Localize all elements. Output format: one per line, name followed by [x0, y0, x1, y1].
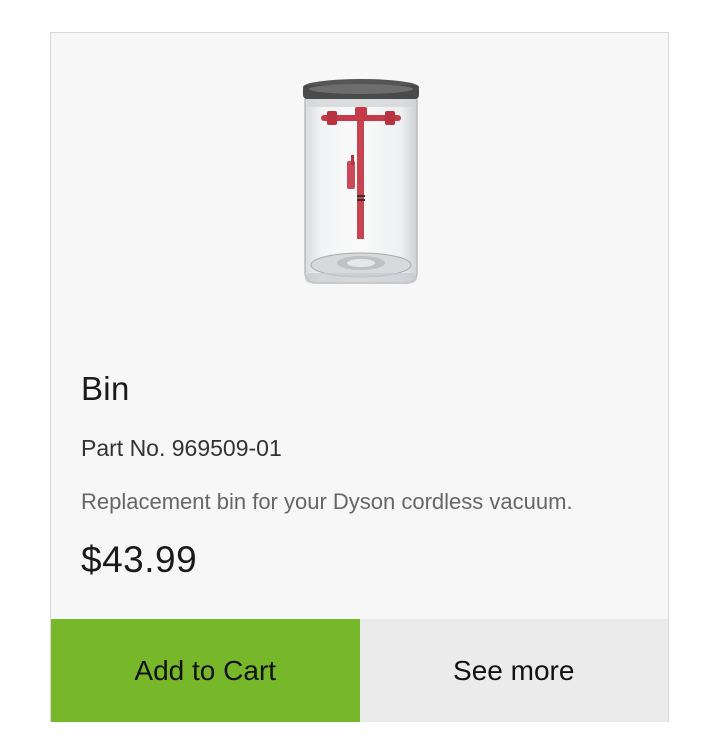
dust-bin-icon	[303, 79, 419, 284]
see-more-button[interactable]: See more	[359, 619, 668, 722]
product-description: Replacement bin for your Dyson cordless …	[81, 489, 573, 514]
product-image[interactable]	[51, 33, 668, 333]
add-to-cart-button[interactable]: Add to Cart	[51, 619, 360, 722]
product-price: $43.99	[81, 539, 198, 580]
action-row: Add to Cart See more	[51, 619, 668, 722]
part-number: Part No. 969509-01	[81, 435, 282, 461]
product-title[interactable]: Bin	[81, 370, 130, 408]
product-card: Bin Part No. 969509-01 Replacement bin f…	[50, 32, 669, 722]
